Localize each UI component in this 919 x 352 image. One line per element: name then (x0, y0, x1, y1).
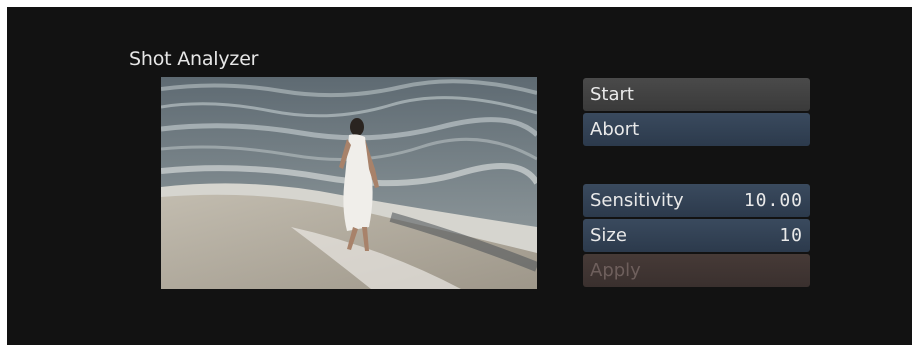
size-field[interactable]: Size 10 (583, 219, 810, 252)
beach-video-frame-icon (161, 77, 537, 289)
sensitivity-value: 10.00 (743, 190, 803, 211)
abort-label: Abort (590, 119, 640, 140)
apply-label: Apply (590, 260, 641, 281)
start-label: Start (590, 84, 634, 105)
sensitivity-label: Sensitivity (590, 190, 684, 211)
start-button[interactable]: Start (583, 78, 810, 111)
abort-button[interactable]: Abort (583, 113, 810, 146)
size-value: 10 (779, 225, 803, 246)
sensitivity-field[interactable]: Sensitivity 10.00 (583, 184, 810, 217)
size-label: Size (590, 225, 627, 246)
video-preview (161, 77, 537, 289)
apply-button[interactable]: Apply (583, 254, 810, 287)
panel-title: Shot Analyzer (129, 48, 259, 70)
